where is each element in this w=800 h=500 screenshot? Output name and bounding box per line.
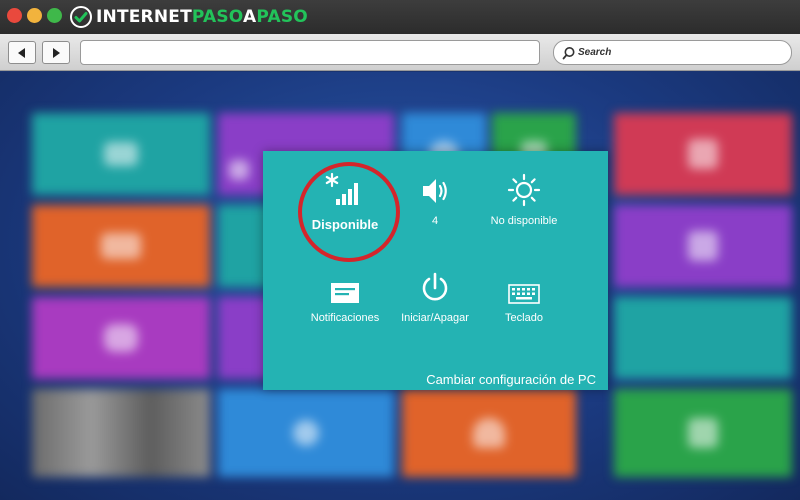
close-window-button[interactable] xyxy=(7,8,22,23)
power-icon xyxy=(419,268,451,304)
logo-text-paso-1: PASO xyxy=(191,7,243,27)
back-button[interactable] xyxy=(8,41,36,64)
logo-text-internet: INTERNET xyxy=(96,7,192,27)
power-tile[interactable]: Iniciar/Apagar xyxy=(395,268,475,324)
logo-text-paso-2: PASO xyxy=(256,7,308,27)
arrow-right-icon xyxy=(53,47,60,58)
search-input[interactable]: Search xyxy=(553,40,792,65)
logo-mark-icon xyxy=(70,6,92,28)
tile xyxy=(32,205,210,287)
window-titlebar: INTERNETPASOAPASO xyxy=(0,0,800,34)
search-placeholder: Search xyxy=(578,47,612,58)
tile xyxy=(402,389,576,477)
notifications-tile[interactable]: Notificaciones xyxy=(307,268,383,324)
highlight-ring xyxy=(298,162,400,262)
brightness-sun-icon xyxy=(507,171,541,207)
power-label: Iniciar/Apagar xyxy=(401,312,469,324)
maximize-window-button[interactable] xyxy=(47,8,62,23)
browser-toolbar: Search xyxy=(0,34,800,71)
volume-level-label: 4 xyxy=(431,215,439,227)
tile xyxy=(614,389,792,477)
logo-text: INTERNETPASOAPASO xyxy=(96,5,308,29)
search-icon xyxy=(562,46,575,59)
address-bar[interactable] xyxy=(80,40,540,65)
tile xyxy=(614,297,792,379)
logo-text-a: A xyxy=(243,7,257,27)
keyboard-tile[interactable]: Teclado xyxy=(493,268,555,324)
keyboard-icon xyxy=(508,268,540,304)
notifications-icon xyxy=(330,268,360,304)
arrow-left-icon xyxy=(18,47,25,58)
tile xyxy=(614,205,792,287)
tile xyxy=(32,113,210,195)
speaker-icon xyxy=(420,171,450,207)
tile xyxy=(614,113,792,195)
minimize-window-button[interactable] xyxy=(27,8,42,23)
change-pc-settings-link[interactable]: Cambiar configuración de PC xyxy=(426,370,596,390)
tile xyxy=(218,389,394,477)
notifications-label: Notificaciones xyxy=(310,312,380,324)
brightness-tile[interactable]: No disponible xyxy=(479,171,569,227)
keyboard-label: Teclado xyxy=(505,312,543,324)
site-logo: INTERNETPASOAPASO xyxy=(70,5,308,29)
brightness-status-label: No disponible xyxy=(490,215,558,227)
tile xyxy=(32,389,210,477)
volume-tile[interactable]: 4 xyxy=(409,171,461,227)
tile xyxy=(32,297,210,379)
forward-button[interactable] xyxy=(42,41,70,64)
